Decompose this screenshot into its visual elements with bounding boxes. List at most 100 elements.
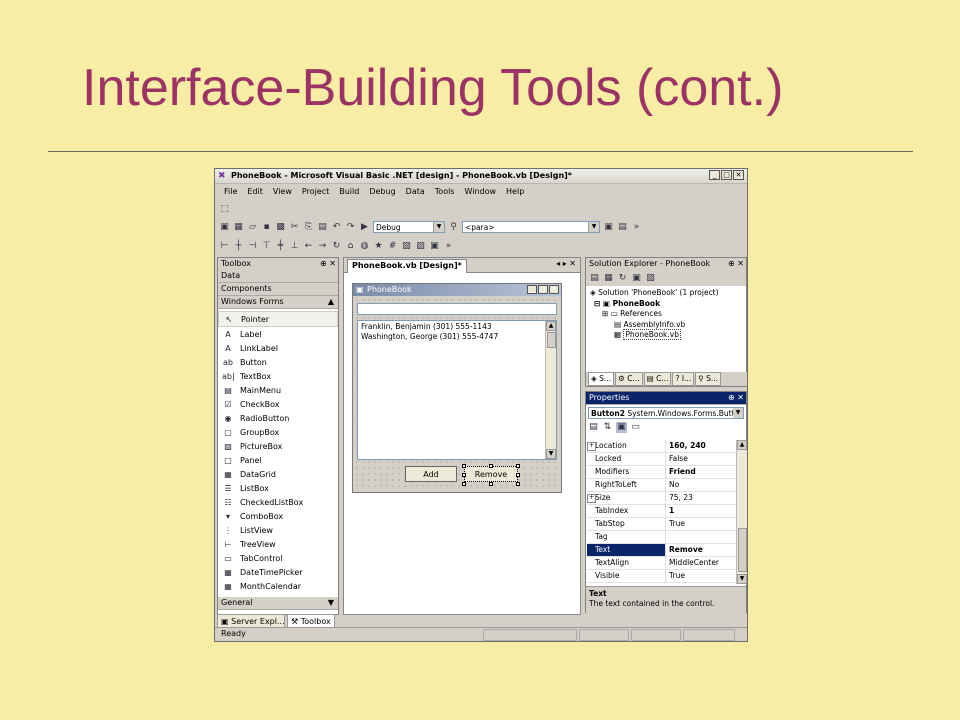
collapse-icon[interactable]: ⊟ (594, 299, 600, 308)
resize-handle[interactable] (462, 473, 466, 477)
toolbox-item-groupbox[interactable]: ▢ GroupBox (218, 425, 338, 439)
list-item[interactable]: Washington, George (301) 555-4747 (361, 332, 553, 342)
toolbox-item-pointer[interactable]: ↖ Pointer (218, 311, 338, 327)
refresh-icon[interactable]: ↻ (617, 273, 628, 284)
toolbox-item-datetimepicker[interactable]: ▦ DateTimePicker (218, 565, 338, 579)
tab-toolbox[interactable]: ⚒ Toolbox (287, 614, 335, 628)
align-center-icon[interactable]: ┼ (233, 241, 244, 252)
send-back-icon[interactable]: ▨ (415, 241, 426, 252)
resize-handle[interactable] (516, 482, 520, 486)
align-top-icon[interactable]: ⊤ (261, 241, 272, 252)
toolbox-section-components[interactable]: Components (218, 283, 338, 296)
scroll-down-icon[interactable]: ▼ (737, 574, 747, 584)
toolbox-item-treeview[interactable]: ⊢ TreeView (218, 537, 338, 551)
se-tab-4[interactable]: ⚲ S... (695, 372, 722, 386)
copy-icon[interactable]: ⎘ (303, 222, 314, 233)
menu-view[interactable]: View (268, 187, 297, 196)
tab-phonebook-design[interactable]: PhoneBook.vb [Design]* (347, 259, 467, 273)
menu-edit[interactable]: Edit (242, 187, 268, 196)
pin-close-icon[interactable]: ⊕ ✕ (728, 392, 744, 404)
grid-icon[interactable]: # (387, 241, 398, 252)
se-tab-2[interactable]: ▤ C... (643, 372, 672, 386)
align-right-icon[interactable]: ⊣ (247, 241, 258, 252)
toolbox-item-radiobutton[interactable]: ◉ RadioButton (218, 411, 338, 425)
toolbox-item-label[interactable]: A Label (218, 327, 338, 341)
resize-handle[interactable] (462, 482, 466, 486)
toolbox-item-panel[interactable]: □ Panel (218, 453, 338, 467)
property-row-visible[interactable]: Visible True (587, 570, 737, 583)
toolbox-item-listbox[interactable]: ☰ ListBox (218, 481, 338, 495)
chevron-down-icon[interactable]: ▼ (328, 597, 334, 609)
categorized-icon[interactable]: ▤ (588, 422, 599, 433)
chevron-up-icon[interactable]: ▲ (328, 296, 334, 308)
toolbox-item-monthcalendar[interactable]: ▦ MonthCalendar (218, 579, 338, 593)
property-row-text[interactable]: Text Remove (587, 544, 737, 557)
solution-config-combo[interactable]: Debug ▼ (373, 221, 445, 233)
property-value[interactable]: Friend (666, 466, 737, 478)
toolbox-item-listview[interactable]: ⋮ ListView (218, 523, 338, 537)
pin-close-icon[interactable]: ⊕ ✕ (728, 258, 744, 270)
start-icon[interactable]: ▶ (359, 222, 370, 233)
toolbar-overflow-icon[interactable]: » (631, 222, 642, 233)
resize-handle[interactable] (462, 464, 466, 468)
solution-explorer-icon[interactable]: ▣ (603, 222, 614, 233)
add-new-item-icon[interactable]: ▦ (233, 222, 244, 233)
home-icon[interactable]: ⌂ (345, 241, 356, 252)
menu-window[interactable]: Window (459, 187, 501, 196)
redo-icon[interactable]: ↷ (345, 222, 356, 233)
menu-tools[interactable]: Tools (430, 187, 460, 196)
back-icon[interactable]: ← (303, 241, 314, 252)
property-scrollbar[interactable]: ▲ ▼ (736, 440, 747, 584)
add-button[interactable]: Add (405, 466, 457, 482)
menu-help[interactable]: Help (501, 187, 529, 196)
property-value[interactable]: 1 (666, 505, 737, 517)
menu-build[interactable]: Build (334, 187, 364, 196)
new-project-icon[interactable]: ▣ (219, 222, 230, 233)
properties-icon[interactable]: ▧ (645, 273, 656, 284)
bring-front-icon[interactable]: ▧ (401, 241, 412, 252)
toolbox-section-windows-forms[interactable]: Windows Forms ▲ (218, 296, 338, 309)
view-code-icon[interactable]: ▤ (589, 273, 600, 284)
find-icon[interactable]: ⚲ (448, 222, 459, 233)
se-tab-3[interactable]: ? I... (672, 372, 695, 386)
property-value[interactable]: No (666, 479, 737, 491)
property-value[interactable] (666, 531, 737, 543)
toolbox-item-checkbox[interactable]: ☑ CheckBox (218, 397, 338, 411)
property-row-tabstop[interactable]: TabStop True (587, 518, 737, 531)
menu-project[interactable]: Project (297, 187, 334, 196)
lock-controls-icon[interactable]: ▣ (429, 241, 440, 252)
toolbar-overflow-icon[interactable]: » (443, 241, 454, 252)
remove-button[interactable]: Remove (464, 466, 518, 482)
property-row-righttoleft[interactable]: RightToLeft No (587, 479, 737, 492)
scroll-thumb[interactable] (547, 332, 556, 348)
property-row-location[interactable]: + Location 160, 240 (587, 440, 737, 453)
paste-icon[interactable]: ▤ (317, 222, 328, 233)
show-all-files-icon[interactable]: ▣ (631, 273, 642, 284)
expand-icon[interactable]: ⊞ (602, 309, 608, 318)
properties-window-icon[interactable]: ▤ (617, 222, 628, 233)
scroll-up-icon[interactable]: ▲ (546, 321, 556, 331)
toolbox-item-mainmenu[interactable]: ▤ MainMenu (218, 383, 338, 397)
tab-server-explorer[interactable]: ▣ Server Expl... (217, 614, 285, 628)
resize-handle[interactable] (516, 464, 520, 468)
object-selector[interactable]: Button2 System.Windows.Forms.Button ▼ (588, 407, 744, 419)
align-middle-icon[interactable]: ╪ (275, 241, 286, 252)
find-combo[interactable]: <para> ▼ (462, 221, 600, 233)
property-pages-icon[interactable]: ▭ (630, 422, 641, 433)
property-value[interactable]: 160, 240 (666, 440, 737, 452)
resize-handle[interactable] (516, 473, 520, 477)
tree-solution[interactable]: ◈ Solution 'PhoneBook' (1 project) (590, 288, 719, 299)
minimize-icon[interactable]: _ (709, 170, 720, 180)
property-row-size[interactable]: + Size 75, 23 (587, 492, 737, 505)
resize-handle[interactable] (489, 464, 493, 468)
property-value[interactable]: False (666, 453, 737, 465)
view-designer-icon[interactable]: ▦ (603, 273, 614, 284)
scroll-down-icon[interactable]: ▼ (546, 449, 556, 459)
se-tab-1[interactable]: ⚙ C... (615, 372, 643, 386)
expand-icon[interactable]: + (587, 442, 596, 451)
expand-icon[interactable]: + (587, 494, 596, 503)
list-item[interactable]: Franklin, Benjamin (301) 555-1143 (361, 322, 553, 332)
close-icon[interactable]: ✕ (733, 170, 744, 180)
toolbox-item-checkedlistbox[interactable]: ☷ CheckedListBox (218, 495, 338, 509)
listbox-scrollbar[interactable]: ▲ ▼ (545, 321, 556, 459)
